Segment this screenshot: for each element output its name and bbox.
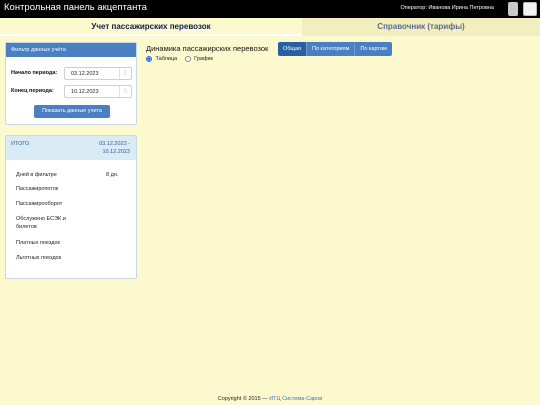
calendar-icon[interactable]: ▯ [119,68,131,79]
metric-days-label: Дней в фильтре [16,172,57,178]
user-menu-button[interactable] [508,2,518,16]
totals-header: ИТОГО 03.12.2023 - 10.12.2023 [6,136,136,160]
filter-panel: Фильтр данных учёта Начало периода: 03.1… [5,42,137,125]
operator-name: Оператор: Иванова Ирина Петровна [400,5,494,11]
end-date-label: Конец периода: [11,88,54,94]
top-bar: Контрольная панель акцептанта Оператор: … [0,0,540,18]
start-date-value: 03.12.2023 [71,71,99,77]
end-date-input[interactable]: 10.12.2023 ▯ [64,85,132,98]
filter-panel-title: Фильтр данных учёта [6,43,136,57]
main-tabs: Учет пассажирских перевозок Справочник (… [0,18,540,36]
group-general-button[interactable]: Общая [278,42,307,56]
footer: Copyright © 2015 — ИТЦ Система-Саров [0,396,540,402]
table-view-radio[interactable] [146,56,152,62]
tab-passenger-accounting[interactable]: Учет пассажирских перевозок [0,18,302,36]
chart-view-radio[interactable] [184,56,191,62]
page-title: Динамика пассажирских перевозок [146,44,269,53]
view-mode-radios: Таблица График [146,56,219,62]
chart-view-label[interactable]: График [194,56,213,62]
logout-button[interactable] [523,2,537,16]
metric-privileged-trips-label: Льготных поездок [16,255,62,261]
start-date-label: Начало периода: [11,70,58,76]
totals-date-range: 03.12.2023 - 10.12.2023 [99,141,130,155]
calendar-icon[interactable]: ▯ [119,86,131,97]
show-data-button[interactable]: Показать данные учета [34,105,110,118]
metric-days-value: 8 дн. [106,172,119,178]
group-by-category-button[interactable]: По категориям [307,42,356,56]
end-date-value: 10.12.2023 [71,89,99,95]
table-view-label[interactable]: Таблица [156,56,178,62]
tab-tariffs-reference[interactable]: Справочник (тарифы) [302,18,540,36]
metric-passenger-flow-label: Пассажиропоток [16,186,59,192]
totals-panel: ИТОГО 03.12.2023 - 10.12.2023 Дней в фил… [5,135,137,279]
totals-title: ИТОГО [11,141,30,147]
group-by-card-button[interactable]: По картам [355,42,392,56]
grouping-button-group: Общая По категориям По картам [278,42,392,56]
metric-served-cards-label: Обслужено ЕСЭК и билетов [16,216,66,230]
copyright-text: Copyright © 2015 — [217,396,268,402]
company-link[interactable]: ИТЦ Система-Саров [269,396,322,402]
metric-paid-trips-label: Платных поездок [16,240,60,246]
metric-passenger-turnover-label: Пассажирооборот [16,201,63,207]
app-title: Контрольная панель акцептанта [4,2,147,13]
start-date-input[interactable]: 03.12.2023 ▯ [64,67,132,80]
